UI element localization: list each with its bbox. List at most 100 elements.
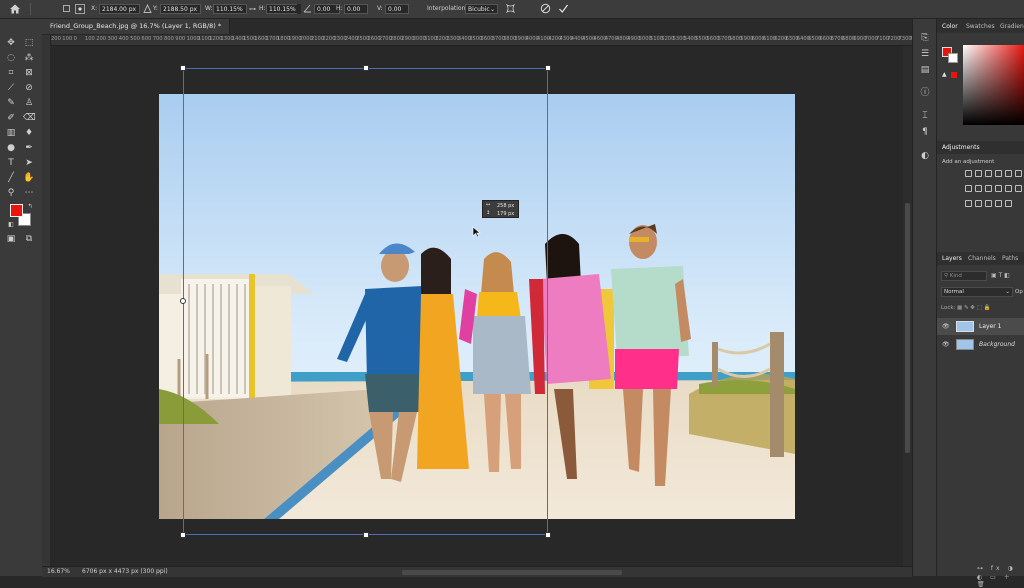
- tab-layers[interactable]: Layers: [942, 255, 962, 262]
- transform-handle-bottom-left[interactable]: [180, 532, 186, 538]
- document-tab[interactable]: Friend_Group_Beach.jpg @ 16.7% (Layer 1,…: [42, 19, 231, 34]
- transform-handle-middle-left[interactable]: [180, 298, 186, 304]
- home-icon[interactable]: [9, 3, 21, 15]
- frame-tool-icon[interactable]: ⊠: [23, 67, 35, 79]
- layer-name[interactable]: Background: [979, 336, 1015, 353]
- reference-point-icon[interactable]: [75, 4, 85, 14]
- visibility-eye-icon[interactable]: 👁: [942, 318, 950, 335]
- properties-panel-icon[interactable]: ☰: [919, 48, 931, 60]
- adjustment-icon[interactable]: [1005, 185, 1012, 192]
- adjustment-icon[interactable]: [1005, 170, 1012, 177]
- adjustment-icon[interactable]: [995, 170, 1002, 177]
- adjustment-icon[interactable]: [985, 200, 992, 207]
- move-tool-icon[interactable]: ✥: [5, 37, 17, 49]
- more-tools-icon[interactable]: ⋯: [23, 187, 35, 199]
- lasso-tool-icon[interactable]: ◌: [5, 52, 17, 64]
- history-panel-icon[interactable]: ⎘: [919, 32, 931, 44]
- filter-toggle-icons[interactable]: ▣ T ◧: [991, 272, 1010, 279]
- commit-transform-icon[interactable]: [558, 3, 569, 14]
- vskew-input[interactable]: 0.00: [385, 4, 409, 14]
- adjustment-icon[interactable]: [975, 200, 982, 207]
- adjustment-icon[interactable]: [995, 185, 1002, 192]
- crop-tool-icon[interactable]: ⌗: [5, 67, 17, 79]
- layer-name[interactable]: Layer 1: [979, 318, 1001, 335]
- adjustment-icon[interactable]: [995, 200, 1002, 207]
- foreground-color-swatch[interactable]: [10, 204, 23, 217]
- vertical-scrollbar-thumb[interactable]: [905, 203, 910, 453]
- transform-handle-top-right[interactable]: [545, 65, 551, 71]
- history-brush-icon[interactable]: ✐: [5, 112, 17, 124]
- brush-settings-icon[interactable]: ◐: [919, 150, 931, 162]
- reference-point-checkbox[interactable]: [63, 5, 70, 12]
- adjustment-icon[interactable]: [1015, 170, 1022, 177]
- warp-icon[interactable]: [505, 3, 516, 14]
- color-panel-background-swatch[interactable]: [948, 53, 958, 63]
- transform-bounding-box[interactable]: [183, 68, 548, 535]
- adjustments-title[interactable]: Adjustments: [942, 144, 980, 151]
- horizontal-ruler[interactable]: 200 100 0 100 200 300 400 500 600 700 800 900 1000 11…: [50, 35, 912, 46]
- blur-tool-icon[interactable]: ♦: [23, 127, 35, 139]
- layer-row[interactable]: 👁 Background: [937, 336, 1024, 353]
- hand-tool-icon[interactable]: ✋: [23, 172, 35, 184]
- height-input[interactable]: 110.15%: [266, 4, 300, 14]
- adjustment-icon[interactable]: [1005, 200, 1012, 207]
- horizontal-scrollbar-thumb[interactable]: [402, 570, 622, 575]
- hskew-input[interactable]: 0.00: [344, 4, 368, 14]
- gamut-swatch[interactable]: [951, 72, 957, 78]
- type-tool-icon[interactable]: T: [5, 157, 17, 169]
- character-panel-icon[interactable]: ⌶: [919, 110, 931, 122]
- gradient-tool-icon[interactable]: ▥: [5, 127, 17, 139]
- cancel-transform-icon[interactable]: [540, 3, 551, 14]
- healing-brush-icon[interactable]: ⊘: [23, 82, 35, 94]
- line-tool-icon[interactable]: ╱: [5, 172, 17, 184]
- transform-handle-bottom-right[interactable]: [545, 532, 551, 538]
- adjustment-icon[interactable]: [965, 185, 972, 192]
- eraser-icon[interactable]: ⌫: [23, 112, 36, 124]
- dodge-tool-icon[interactable]: ●: [5, 142, 17, 154]
- adjustment-icon[interactable]: [965, 170, 972, 177]
- clone-stamp-icon[interactable]: ♙: [23, 97, 35, 109]
- tab-paths[interactable]: Paths: [1002, 255, 1018, 262]
- adjustment-icon[interactable]: [965, 200, 972, 207]
- brush-tool-icon[interactable]: ✎: [5, 97, 17, 109]
- zoom-tool-icon[interactable]: ⚲: [5, 187, 17, 199]
- adjustment-icon[interactable]: [975, 170, 982, 177]
- zoom-level[interactable]: 16.67%: [47, 568, 70, 575]
- pen-tool-icon[interactable]: ✒: [23, 142, 35, 154]
- y-input[interactable]: 2188.50 px: [160, 4, 201, 14]
- screen-mode-icon[interactable]: ⧉: [23, 233, 35, 245]
- info-panel-icon[interactable]: ⓘ: [919, 87, 931, 99]
- blend-mode-select[interactable]: Normal ⌄: [941, 287, 1013, 297]
- tab-gradients[interactable]: Gradien: [1000, 23, 1024, 30]
- vertical-scrollbar[interactable]: [903, 46, 912, 566]
- visibility-eye-icon[interactable]: 👁: [942, 336, 950, 353]
- link-icon[interactable]: [143, 3, 152, 14]
- transform-handle-bottom-center[interactable]: [363, 532, 369, 538]
- adjustment-icon[interactable]: [975, 185, 982, 192]
- tab-color[interactable]: Color: [942, 23, 958, 30]
- layer-actions[interactable]: ⊶ fx ◑ ◐ ▭ ＋ 🗑: [977, 565, 1024, 588]
- tab-swatches[interactable]: Swatches: [966, 23, 995, 30]
- magic-wand-icon[interactable]: ⁂: [23, 52, 35, 64]
- tab-channels[interactable]: Channels: [968, 255, 996, 262]
- eyedropper-icon[interactable]: ⟋: [5, 82, 17, 94]
- artboard-tool-icon[interactable]: ⬚: [23, 37, 35, 49]
- paragraph-panel-icon[interactable]: ¶: [919, 126, 931, 138]
- color-picker-field[interactable]: [963, 45, 1024, 125]
- link-proportions-icon[interactable]: ⊶: [249, 5, 256, 13]
- default-colors-icon[interactable]: ◧: [5, 219, 17, 231]
- lock-icons[interactable]: ▦ ✎ ✥ ⬚ 🔒: [957, 305, 990, 311]
- status-menu-chevron-icon[interactable]: ›: [158, 568, 160, 575]
- adjustment-icon[interactable]: [985, 185, 992, 192]
- interpolation-select[interactable]: Bicubic ⌄: [465, 4, 498, 14]
- layer-row[interactable]: 👁 Layer 1: [937, 318, 1024, 335]
- transform-handle-top-left[interactable]: [180, 65, 186, 71]
- transform-handle-top-center[interactable]: [363, 65, 369, 71]
- layer-filter-field[interactable]: ⚲ Kind: [941, 271, 987, 281]
- libraries-panel-icon[interactable]: ▤: [919, 64, 931, 76]
- adjustment-icon[interactable]: [1015, 185, 1022, 192]
- x-input[interactable]: 2184.00 px: [99, 4, 140, 14]
- path-selection-icon[interactable]: ➤: [23, 157, 35, 169]
- swap-colors-icon[interactable]: ↰: [24, 201, 36, 213]
- quick-mask-icon[interactable]: ▣: [5, 233, 17, 245]
